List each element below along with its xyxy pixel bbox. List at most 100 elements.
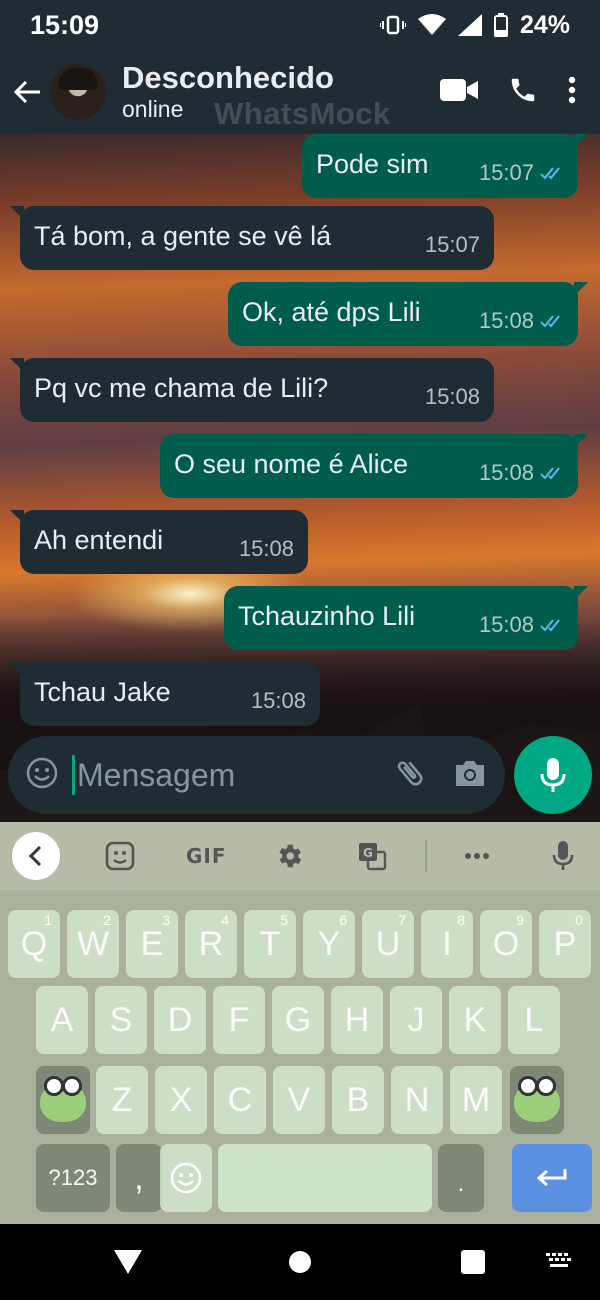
message-text: Tchauzinho Lili [238, 600, 416, 631]
enter-key[interactable] [512, 1144, 592, 1212]
message-time: 15:08 [478, 612, 534, 637]
message-meta: 15:07 [401, 232, 480, 258]
recents-nav-icon[interactable] [460, 1244, 486, 1280]
message-bubble-outgoing[interactable]: O seu nome é Alice 15:08 [160, 434, 588, 498]
message-text: Ok, até dps Lili [242, 296, 421, 327]
key-hint: 5 [280, 912, 288, 928]
key-hint: 9 [516, 912, 524, 928]
message-text: Tá bom, a gente se vê lá [34, 220, 332, 251]
video-call-icon[interactable] [440, 78, 478, 107]
message-meta: 15:08 [215, 536, 294, 562]
more-options-icon[interactable] [568, 76, 576, 109]
key-a[interactable]: A [36, 986, 88, 1054]
home-nav-icon[interactable] [288, 1244, 312, 1280]
status-time: 15:09 [30, 9, 100, 40]
key-r[interactable]: R4 [185, 910, 237, 978]
key-d[interactable]: D [154, 986, 206, 1054]
emoji-key[interactable] [160, 1144, 212, 1212]
key-k[interactable]: K [449, 986, 501, 1054]
key-h[interactable]: H [331, 986, 383, 1054]
avatar[interactable] [50, 64, 106, 120]
camera-icon[interactable] [453, 758, 487, 793]
attach-icon[interactable] [393, 756, 427, 795]
message-time: 15:07 [424, 232, 480, 257]
key-p[interactable]: P0 [539, 910, 591, 978]
translate-icon[interactable]: G [356, 836, 388, 876]
key-g[interactable]: G [272, 986, 324, 1054]
chat-area[interactable]: Pode sim 15:07 Tá bom, a gente se vê lá … [0, 134, 600, 822]
message-bubble-incoming[interactable]: Tchau Jake 15:08 [10, 662, 320, 726]
space-key[interactable] [218, 1144, 432, 1212]
keyboard-switch-icon[interactable] [546, 1244, 572, 1280]
message-time: 15:08 [478, 460, 534, 485]
key-w[interactable]: W2 [67, 910, 119, 978]
key-label: D [167, 1000, 193, 1039]
message-meta: 15:08 [455, 460, 564, 486]
message-meta: 15:08 [401, 384, 480, 410]
comma-key[interactable]: , [116, 1144, 162, 1212]
key-m[interactable]: M [450, 1066, 502, 1134]
key-z[interactable]: Z [96, 1066, 148, 1134]
keyboard: GIF G Q1 W2 E3 R4 T5 Y6 U7 I8 O9 P0 A S … [0, 822, 600, 1224]
key-label: G [284, 1000, 312, 1039]
key-label: O [492, 924, 520, 963]
key-label: J [407, 1000, 425, 1039]
key-label: , [134, 1158, 144, 1197]
key-j[interactable]: J [390, 986, 442, 1054]
emoji-icon[interactable] [26, 757, 58, 794]
back-nav-icon[interactable] [114, 1244, 142, 1280]
key-i[interactable]: I8 [421, 910, 473, 978]
key-v[interactable]: V [273, 1066, 325, 1134]
key-label: Q [20, 924, 48, 963]
key-label: W [76, 924, 110, 963]
message-bubble-incoming[interactable]: Tá bom, a gente se vê lá 15:07 [10, 206, 494, 270]
message-bubble-outgoing[interactable]: Ok, até dps Lili 15:08 [228, 282, 588, 346]
status-icons: 24% [379, 11, 570, 40]
key-e[interactable]: E3 [126, 910, 178, 978]
key-y[interactable]: Y6 [303, 910, 355, 978]
key-hint: 2 [103, 912, 111, 928]
sticker-icon[interactable] [104, 836, 136, 876]
key-label: L [524, 1000, 544, 1039]
voice-input-icon[interactable] [552, 836, 574, 876]
key-label: T [259, 924, 281, 963]
frog-sticker-icon [514, 1076, 560, 1122]
key-o[interactable]: O9 [480, 910, 532, 978]
key-s[interactable]: S [95, 986, 147, 1054]
keyboard-back-button[interactable] [12, 832, 60, 880]
key-c[interactable]: C [214, 1066, 266, 1134]
key-b[interactable]: B [332, 1066, 384, 1134]
more-icon[interactable] [464, 836, 490, 876]
key-hint: 8 [457, 912, 465, 928]
message-text: Ah entendi [34, 524, 164, 555]
message-bubble-incoming[interactable]: Pq vc me chama de Lili? 15:08 [10, 358, 494, 422]
key-label: E [140, 924, 164, 963]
voice-record-button[interactable] [514, 736, 592, 814]
symbols-key[interactable]: ?123 [36, 1144, 110, 1212]
key-label: A [50, 1000, 74, 1039]
key-label: S [109, 1000, 133, 1039]
key-q[interactable]: Q1 [8, 910, 60, 978]
battery-icon [493, 13, 508, 37]
key-l[interactable]: L [508, 986, 560, 1054]
key-f[interactable]: F [213, 986, 265, 1054]
key-u[interactable]: U7 [362, 910, 414, 978]
voice-call-icon[interactable] [508, 75, 538, 110]
key-x[interactable]: X [155, 1066, 207, 1134]
key-t[interactable]: T5 [244, 910, 296, 978]
backspace-key[interactable] [510, 1066, 564, 1134]
message-bubble-outgoing[interactable]: Pode sim 15:07 [302, 134, 588, 198]
contact-name: Desconhecido [122, 60, 334, 95]
message-time: 15:08 [478, 308, 534, 333]
key-n[interactable]: N [391, 1066, 443, 1134]
message-time: 15:08 [424, 384, 480, 409]
key-label: V [287, 1080, 311, 1119]
gear-icon[interactable] [274, 836, 304, 876]
back-button[interactable] [4, 50, 50, 134]
message-bubble-outgoing[interactable]: Tchauzinho Lili 15:08 [224, 586, 588, 650]
shift-key[interactable] [36, 1066, 90, 1134]
message-bubble-incoming[interactable]: Ah entendi 15:08 [10, 510, 308, 574]
message-input[interactable]: Mensagem [8, 736, 505, 814]
gif-button[interactable]: GIF [186, 836, 227, 876]
period-key[interactable]: . [438, 1144, 484, 1212]
